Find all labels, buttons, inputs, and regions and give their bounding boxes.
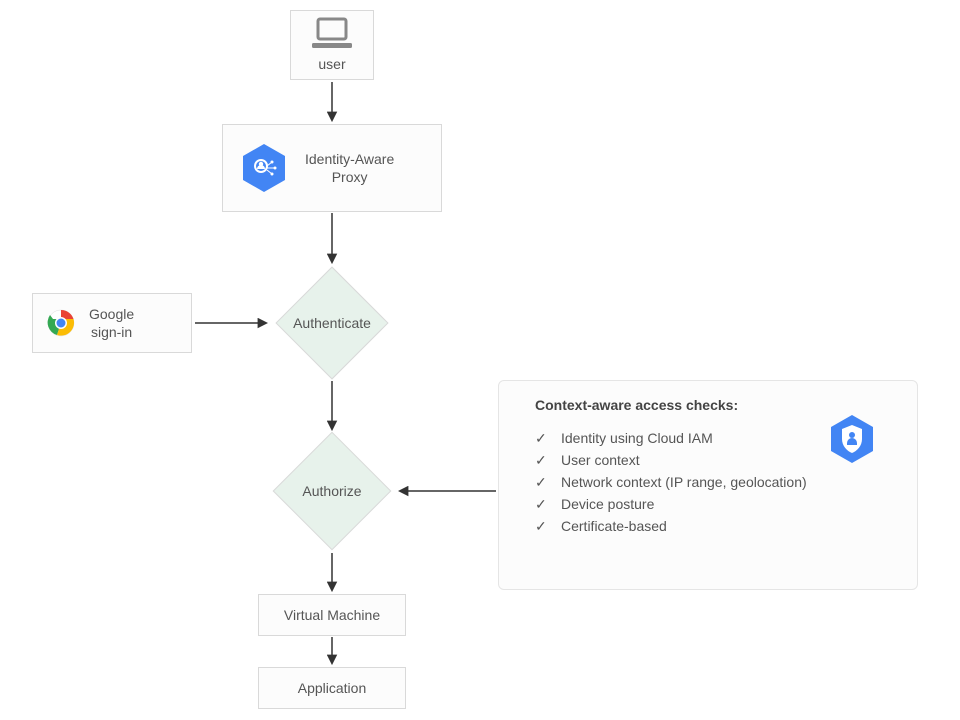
vm-label: Virtual Machine: [284, 606, 380, 624]
checks-item: Network context (IP range, geolocation): [535, 471, 893, 493]
security-hexagon-icon: [829, 413, 875, 465]
iap-hexagon-icon: [241, 142, 287, 194]
iap-label: Identity-Aware Proxy: [305, 150, 394, 186]
node-user: user: [290, 10, 374, 80]
arrows-layer: [0, 0, 960, 720]
checks-item: Device posture: [535, 493, 893, 515]
signin-label: Google sign-in: [89, 305, 134, 341]
node-iap: Identity-Aware Proxy: [222, 124, 442, 212]
diagram-canvas: user Identity-Aware Proxy Google sign-in: [0, 0, 960, 720]
node-google-signin: Google sign-in: [32, 293, 192, 353]
node-vm: Virtual Machine: [258, 594, 406, 636]
checks-item: Certificate-based: [535, 515, 893, 537]
checks-title: Context-aware access checks:: [535, 397, 893, 413]
laptop-icon: [310, 17, 354, 51]
context-checks-panel: Context-aware access checks: Identity us…: [498, 380, 918, 590]
node-authenticate: [275, 266, 388, 379]
chrome-icon: [47, 309, 75, 337]
app-label: Application: [298, 679, 367, 697]
node-app: Application: [258, 667, 406, 709]
node-authorize: [273, 432, 392, 551]
user-label: user: [318, 55, 345, 73]
